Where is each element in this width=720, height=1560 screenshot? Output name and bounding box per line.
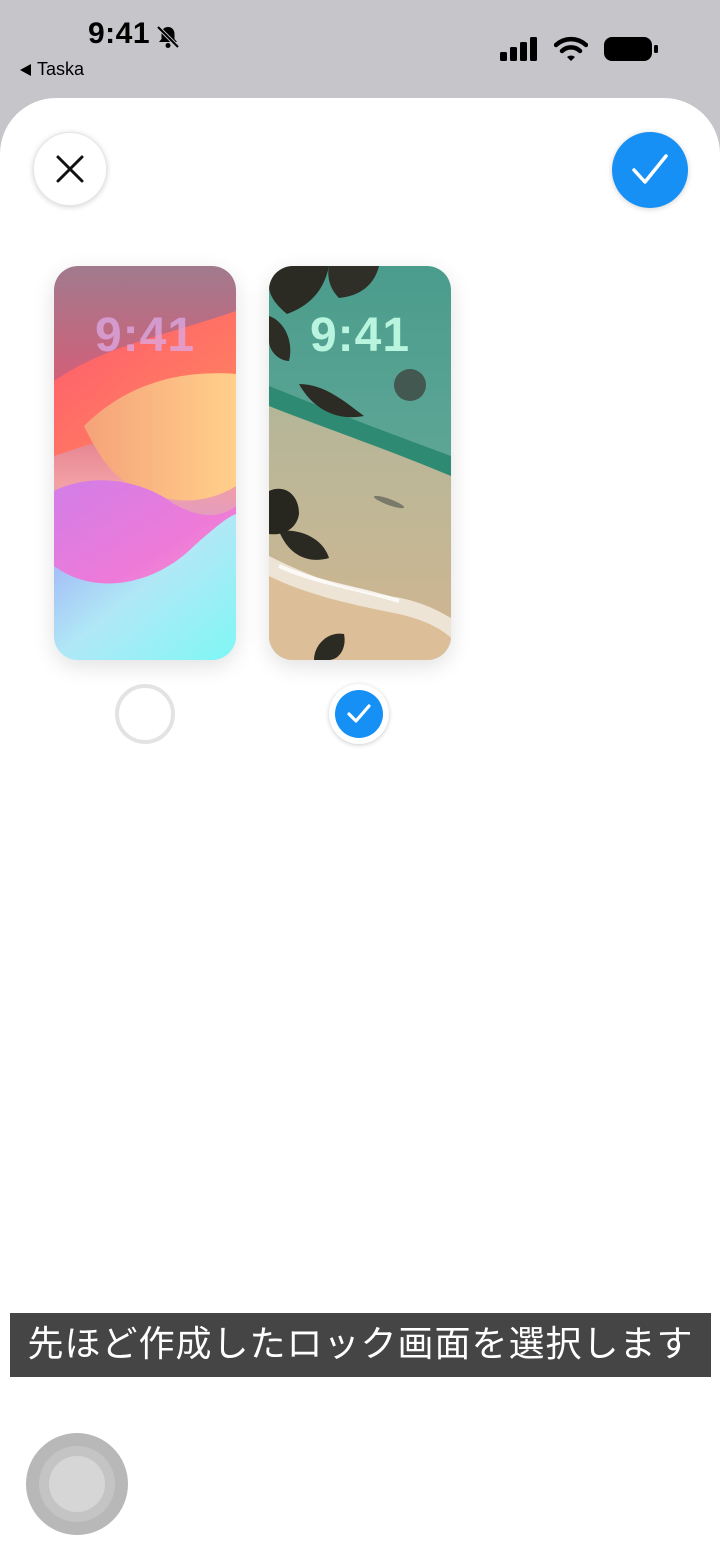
selected-indicator <box>335 690 383 738</box>
wallpaper-radio-unselected[interactable] <box>115 684 175 744</box>
wallpaper-option-beach[interactable]: 9:41 <box>269 266 451 660</box>
done-button[interactable] <box>612 132 688 208</box>
subtitle-caption: 先ほど作成したロック画面を選択します <box>10 1313 711 1377</box>
assistive-touch-button[interactable] <box>26 1433 128 1535</box>
wallpaper-time: 9:41 <box>94 309 196 362</box>
close-button[interactable] <box>33 132 107 206</box>
checkmark-icon <box>347 704 371 723</box>
wallpaper-option-colorful[interactable]: 9:41 <box>54 266 236 660</box>
wallpaper-time: 9:41 <box>309 309 411 362</box>
checkmark-icon <box>632 154 668 184</box>
lock-screen-picker-sheet: 9:41 9:41 先ほど作成したロック画面を選択します <box>0 98 720 1560</box>
cellular-signal-icon <box>500 37 537 61</box>
status-time: 9:41 <box>88 17 151 50</box>
wifi-icon <box>554 36 588 61</box>
status-bar: 9:41 Taska <box>0 0 720 100</box>
wallpaper-radio-selected[interactable] <box>329 684 389 744</box>
back-label: Taska <box>37 59 85 79</box>
bell-slash-icon <box>156 25 180 49</box>
close-icon <box>56 155 84 183</box>
back-to-app-link[interactable]: Taska <box>20 59 84 80</box>
status-icons <box>500 36 658 62</box>
back-arrow-icon <box>20 63 31 76</box>
battery-icon <box>604 37 658 61</box>
